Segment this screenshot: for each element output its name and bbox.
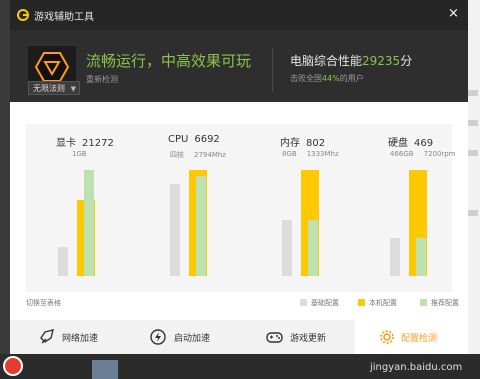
title-bar: 游戏辅助工具 ×: [10, 0, 468, 30]
tab-label: 启动加速: [174, 334, 211, 344]
legend-item: 推荐配置: [420, 298, 459, 308]
beat-percentage: 击败全国44%的用户: [290, 73, 364, 84]
group-score: 21272: [82, 138, 114, 149]
desktop-right-strip: [466, 0, 480, 379]
tab-network-boost[interactable]: 网络加速: [38, 320, 128, 354]
game-assistant-window: 游戏辅助工具 × 无限法则 ▼ 流畅运行，中高效果可玩 重新检测 电脑综合性能2…: [10, 0, 468, 354]
group-detail: 2794Mhz: [194, 151, 226, 159]
performance-headline: 流畅运行，中高效果可玩: [86, 52, 252, 70]
beat-prefix: 击败全国: [290, 74, 322, 83]
bar-recommended: [84, 170, 94, 276]
score-prefix: 电脑综合性能: [290, 54, 363, 68]
beat-pct: 44%: [322, 74, 340, 83]
bars-canvas: [58, 170, 427, 276]
group-details: 8GB 1333Mhz: [282, 150, 339, 158]
bar-baseline: [390, 238, 400, 276]
summary-header: 无限法则 ▼ 流畅运行，中高效果可玩 重新检测 电脑综合性能29235分 击败全…: [10, 30, 468, 100]
legend-label: 推荐配置: [431, 299, 459, 307]
group-score: 469: [414, 138, 434, 149]
group-details: 1GB: [72, 150, 87, 158]
tab-label: 配置检测: [401, 334, 438, 344]
beat-suffix: 的用户: [339, 74, 364, 83]
score-value: 29235: [362, 54, 401, 68]
tab-config-check[interactable]: 配置检测: [355, 320, 468, 354]
legend-item: 基础配置: [300, 298, 339, 308]
bar-baseline: [282, 220, 292, 276]
group-name: 硬盘: [388, 138, 408, 149]
group-detail: 7200rpm: [423, 150, 456, 158]
score-suffix: 分: [400, 54, 413, 68]
group-details: 四核 2794Mhz: [170, 150, 226, 160]
app-logo-icon: [17, 9, 29, 21]
watermark: jingyan.baidu.com: [370, 362, 463, 373]
tab-label: 游戏更新: [290, 334, 327, 344]
hardware-panel: 显卡 21272 1GB CPU 6692 四核 2794Mhz 内存 802 8GB 1333Mh…: [10, 102, 468, 320]
tab-label: 网络加速: [62, 334, 99, 344]
rocket-icon: [40, 329, 54, 344]
window-title: 游戏辅助工具: [34, 12, 94, 23]
bar-recommended: [308, 220, 318, 276]
gamepad-icon: [266, 332, 283, 343]
gear-icon: [380, 330, 394, 344]
group-score: 802: [306, 138, 326, 149]
legend-swatch: [420, 299, 427, 306]
bar-baseline: [58, 247, 68, 276]
chevron-down-icon: ▼: [70, 85, 76, 93]
group-detail: 四核: [170, 151, 184, 159]
redetect-link[interactable]: 重新检测: [86, 74, 118, 85]
group-score: 6692: [194, 134, 220, 145]
tab-startup-boost[interactable]: 启动加速: [150, 320, 240, 354]
group-details: 466GB 7200rpm: [390, 150, 456, 158]
legend-label: 本机配置: [369, 299, 397, 307]
game-mode-select[interactable]: 无限法则 ▼: [28, 81, 80, 95]
bottom-tab-bar: 网络加速 启动加速 游戏更新 配置检测: [10, 320, 468, 354]
group-title: CPU 6692: [168, 134, 220, 145]
group-name: CPU: [168, 134, 189, 145]
hardware-chart: 显卡 21272 1GB CPU 6692 四核 2794Mhz 内存 802 8GB 1333Mh…: [26, 124, 456, 292]
legend-swatch: [358, 299, 365, 306]
group-title: 显卡 21272: [56, 134, 114, 149]
group-detail: 466GB: [390, 150, 414, 158]
bar-baseline: [170, 184, 180, 276]
game-logo-icon: [34, 52, 70, 82]
game-mode-value: 无限法则: [33, 84, 65, 93]
legend-item: 本机配置: [358, 298, 397, 308]
group-name: 内存: [280, 138, 300, 149]
switch-to-table-link[interactable]: 切换至表格: [26, 298, 61, 308]
bar-recommended: [416, 238, 426, 276]
legend-label: 基础配置: [311, 299, 339, 307]
group-detail: 8GB: [282, 150, 297, 158]
tab-game-update[interactable]: 游戏更新: [266, 320, 356, 354]
taskbar-thumbnail[interactable]: [92, 360, 118, 379]
record-icon[interactable]: [3, 356, 23, 376]
close-icon[interactable]: ×: [448, 6, 459, 21]
legend-swatch: [300, 299, 307, 306]
bar-recommended: [196, 176, 206, 276]
group-detail: 1GB: [72, 150, 87, 158]
group-name: 显卡: [56, 138, 76, 149]
header-divider: [272, 48, 273, 92]
overall-score: 电脑综合性能29235分: [290, 52, 412, 69]
group-title: 内存 802: [280, 134, 325, 149]
group-title: 硬盘 469: [388, 134, 433, 149]
group-detail: 1333Mhz: [306, 150, 339, 158]
bolt-icon: [150, 329, 166, 345]
